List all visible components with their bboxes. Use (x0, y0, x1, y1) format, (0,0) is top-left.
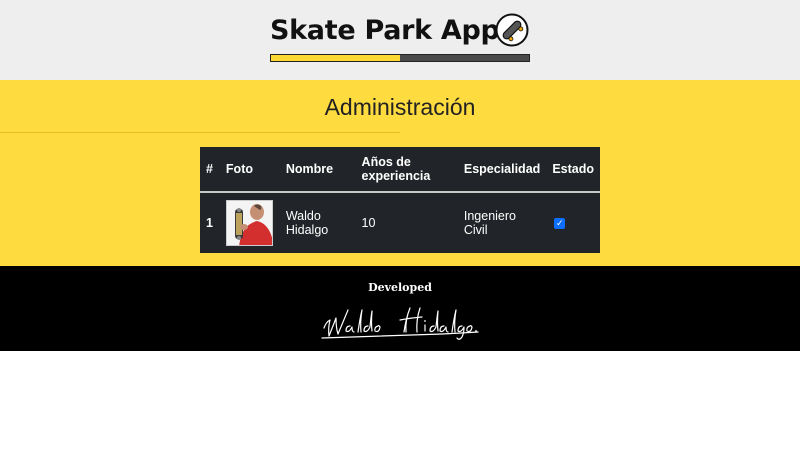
col-header-estado: Estado (552, 162, 594, 176)
footer-developed-label: Developed (368, 281, 432, 294)
cell-number: 1 (206, 216, 213, 230)
header-progress-bar (270, 54, 530, 62)
cell-anos: 10 (361, 216, 376, 230)
table-header-row: # Foto Nombre Años de experiencia Especi… (200, 147, 600, 192)
title-divider (0, 132, 400, 133)
col-header-nombre: Nombre (285, 162, 334, 176)
cell-nombre: Waldo Hidalgo (285, 209, 329, 237)
skater-photo-image (226, 201, 272, 245)
table-row: 1 Waldo Hidalgo 10 Ingeniero Civil ✓ (200, 192, 600, 253)
app-title: Skate Park App (270, 14, 500, 46)
estado-checkbox[interactable]: ✓ (554, 217, 566, 229)
skater-photo (225, 200, 273, 246)
col-header-especialidad: Especialidad (463, 162, 541, 176)
col-header-foto: Foto (225, 162, 253, 176)
app-header: Skate Park App (0, 0, 800, 80)
developer-signature (321, 307, 479, 340)
brand: Skate Park App (270, 12, 530, 48)
cell-foto (220, 192, 280, 253)
cell-especialidad: Ingeniero Civil (463, 209, 516, 237)
skaters-table: # Foto Nombre Años de experiencia Especi… (200, 147, 600, 253)
admin-section: Administración # Foto Nombre Años de exp… (0, 80, 800, 266)
footer: Developed (0, 266, 800, 351)
cell-estado: ✓ (546, 192, 600, 253)
header-progress-fill (271, 55, 400, 61)
skateboard-icon (495, 13, 529, 47)
col-header-number: # (206, 162, 213, 176)
col-header-anos: Años de experiencia (361, 155, 431, 183)
page-title: Administración (324, 94, 476, 120)
